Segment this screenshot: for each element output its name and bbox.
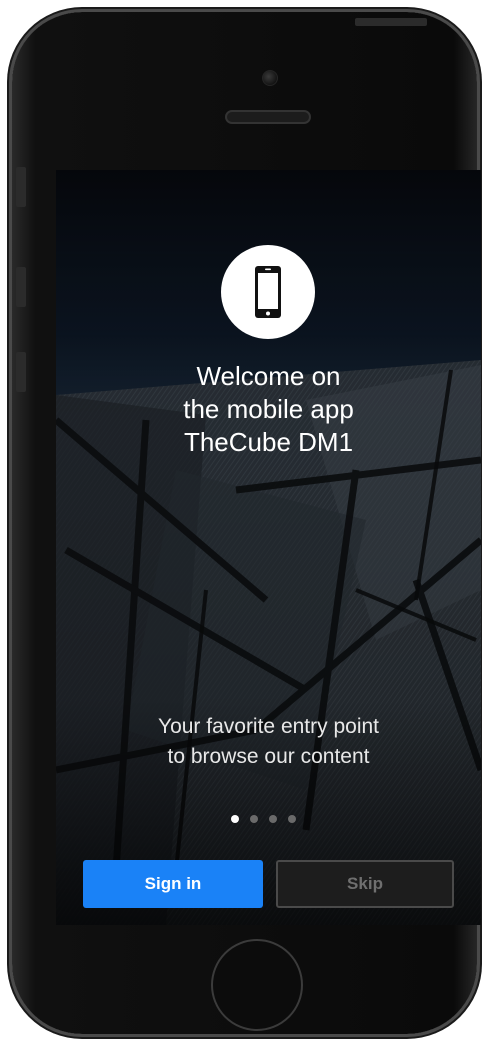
page-dot-1[interactable] [231,815,239,823]
skip-button[interactable]: Skip [276,860,454,908]
volume-down-button [16,352,26,392]
welcome-title: Welcome on the mobile app TheCube DM1 [56,360,481,459]
volume-up-button [16,267,26,307]
page-dot-2[interactable] [250,815,258,823]
power-button [355,18,427,26]
tagline-line-1: Your favorite entry point [157,715,380,738]
app-screen: Welcome on the mobile app TheCube DM1 Yo… [56,170,481,925]
home-button[interactable] [211,939,303,1031]
welcome-title-line-2: the mobile app [183,394,354,424]
earpiece-speaker [225,110,311,124]
iphone-frame: Welcome on the mobile app TheCube DM1 Yo… [12,12,481,1034]
tagline-line-2: to browse our content [167,745,370,768]
smartphone-icon [255,266,281,318]
silent-switch [16,167,26,207]
sign-in-button[interactable]: Sign in [83,860,263,908]
tagline: Your favorite entry point to browse our … [56,712,481,772]
app-logo [221,245,315,339]
front-camera [262,70,278,86]
page-dot-4[interactable] [288,815,296,823]
welcome-title-line-3: TheCube DM1 [183,427,354,457]
welcome-title-line-1: Welcome on [196,361,341,391]
page-indicator[interactable] [231,814,311,824]
page-dot-3[interactable] [269,815,277,823]
